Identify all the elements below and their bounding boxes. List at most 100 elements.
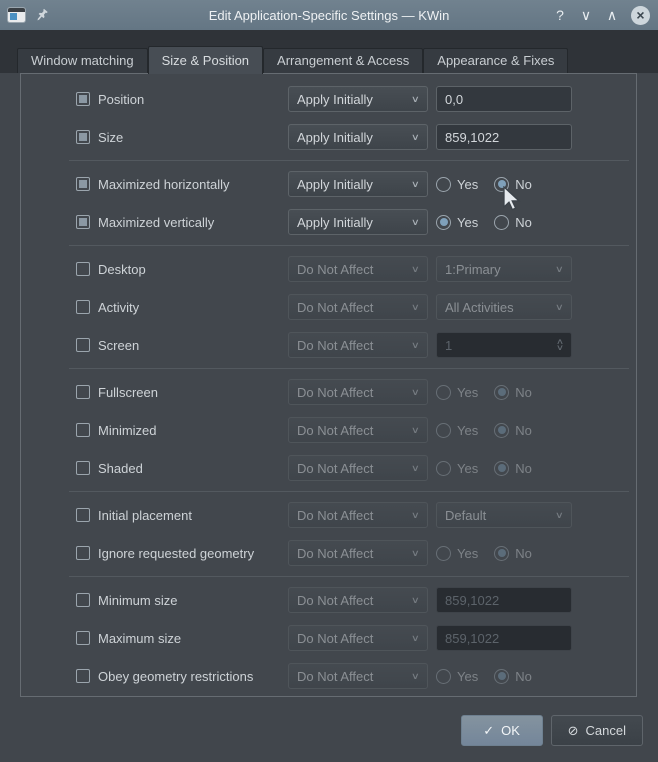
row-checkbox[interactable]: [76, 92, 90, 106]
row-label: Screen: [98, 338, 139, 353]
value-input: 859,1022: [436, 587, 572, 613]
combo-selected-value: Apply Initially: [297, 92, 373, 107]
action-policy-combo: Do Not Affect∨: [288, 455, 428, 481]
row-checkbox[interactable]: [76, 461, 90, 475]
radio-no[interactable]: [494, 215, 509, 230]
radio-option-no: No: [494, 423, 532, 438]
tab-window-matching[interactable]: Window matching: [17, 48, 148, 73]
value-text: 859,1022: [445, 631, 499, 646]
yes-no-radio-group: Yes No: [436, 423, 572, 438]
settings-frame: PositionApply Initially∨0,0SizeApply Ini…: [20, 73, 637, 697]
minimize-button[interactable]: ∨: [575, 4, 597, 26]
combo-selected-value: Do Not Affect: [297, 262, 373, 277]
tab-arrangement-and-access[interactable]: Arrangement & Access: [263, 48, 423, 73]
row-checkbox[interactable]: [76, 508, 90, 522]
row-label-cell: Shaded: [76, 461, 280, 476]
combo-selected-value: Do Not Affect: [297, 385, 373, 400]
radio-selected-dot: [440, 218, 448, 226]
row-checkbox[interactable]: [76, 130, 90, 144]
radio-label: No: [515, 385, 532, 400]
row-label: Obey geometry restrictions: [98, 669, 253, 684]
row-checkbox[interactable]: [76, 423, 90, 437]
help-button[interactable]: ?: [549, 4, 571, 26]
check-icon: ✓: [483, 723, 494, 739]
action-policy-combo[interactable]: Apply Initially∨: [288, 124, 428, 150]
row-checkbox[interactable]: [76, 669, 90, 683]
value-input[interactable]: 859,1022: [436, 124, 572, 150]
radio-option-no: No: [494, 215, 532, 230]
row-label: Initial placement: [98, 508, 192, 523]
radio-label: No: [515, 423, 532, 438]
value-combo: 1:Primary∨: [436, 256, 572, 282]
row-label-cell: Size: [76, 130, 280, 145]
radio-selected-dot: [498, 549, 506, 557]
value-spinbox: 1∧∨: [436, 332, 572, 358]
pin-icon[interactable]: [35, 8, 49, 22]
row-checkbox[interactable]: [76, 300, 90, 314]
titlebar[interactable]: Edit Application-Specific Settings — KWi…: [0, 0, 658, 30]
radio-option-yes: Yes: [436, 669, 478, 684]
combo-selected-value: 1:Primary: [445, 262, 501, 277]
radio-label: No: [515, 177, 532, 192]
radio-label: No: [515, 546, 532, 561]
combo-selected-value: Do Not Affect: [297, 423, 373, 438]
maximize-button[interactable]: ∧: [601, 4, 623, 26]
combo-selected-value: Do Not Affect: [297, 593, 373, 608]
group-separator: [69, 160, 629, 161]
row-label-cell: Fullscreen: [76, 385, 280, 400]
radio-yes[interactable]: [436, 215, 451, 230]
tab-appearance-and-fixes[interactable]: Appearance & Fixes: [423, 48, 568, 73]
yes-no-radio-group: YesNo: [436, 669, 572, 684]
value-input[interactable]: 0,0: [436, 86, 572, 112]
row-label-cell: Activity: [76, 300, 280, 315]
setting-row: Ignore requested geometryDo Not Affect∨Y…: [76, 538, 636, 568]
checkbox-check-mark: [79, 95, 87, 103]
row-label: Position: [98, 92, 144, 107]
action-policy-combo[interactable]: Apply Initially∨: [288, 86, 428, 112]
spinner-down-icon: ∨: [556, 345, 564, 351]
radio-no: [494, 385, 509, 400]
setting-row: Maximized verticallyApply Initially∨YesN…: [76, 207, 636, 237]
radio-yes[interactable]: [436, 177, 451, 192]
cancel-icon: ⊘: [568, 723, 579, 739]
row-checkbox[interactable]: [76, 215, 90, 229]
row-label: Activity: [98, 300, 139, 315]
row-checkbox[interactable]: [76, 177, 90, 191]
row-checkbox[interactable]: [76, 385, 90, 399]
chevron-down-icon: ∨: [411, 633, 420, 644]
setting-row: ShadedDo Not Affect∨YesNo: [76, 453, 636, 483]
radio-option-yes: Yes: [436, 423, 478, 438]
tab-size-and-position[interactable]: Size & Position: [148, 46, 263, 74]
ok-button[interactable]: ✓ OK: [461, 715, 543, 746]
action-policy-combo: Do Not Affect∨: [288, 379, 428, 405]
radio-label: No: [515, 215, 532, 230]
row-checkbox[interactable]: [76, 262, 90, 276]
value-text: 0,0: [445, 92, 463, 107]
combo-selected-value: Do Not Affect: [297, 631, 373, 646]
combo-selected-value: Do Not Affect: [297, 461, 373, 476]
row-label: Desktop: [98, 262, 146, 277]
row-label-cell: Minimized: [76, 423, 280, 438]
close-button[interactable]: ×: [631, 6, 650, 25]
row-checkbox[interactable]: [76, 631, 90, 645]
setting-row: Obey geometry restrictionsDo Not Affect∨…: [76, 661, 636, 691]
action-policy-combo[interactable]: Apply Initially∨: [288, 171, 428, 197]
app-window-icon: [8, 8, 25, 22]
radio-selected-dot: [498, 672, 506, 680]
group-separator: [69, 576, 629, 577]
chevron-down-icon: ∨: [411, 179, 420, 190]
action-policy-combo: Do Not Affect∨: [288, 587, 428, 613]
radio-no: [494, 423, 509, 438]
row-checkbox[interactable]: [76, 546, 90, 560]
row-checkbox[interactable]: [76, 593, 90, 607]
radio-no[interactable]: [494, 177, 509, 192]
combo-selected-value: Do Not Affect: [297, 669, 373, 684]
action-policy-combo[interactable]: Apply Initially∨: [288, 209, 428, 235]
cancel-button[interactable]: ⊘ Cancel: [551, 715, 643, 746]
row-label: Maximized vertically: [98, 215, 214, 230]
radio-no: [494, 461, 509, 476]
radio-selected-dot: [498, 426, 506, 434]
combo-selected-value: Do Not Affect: [297, 300, 373, 315]
row-label-cell: Maximized vertically: [76, 215, 280, 230]
row-checkbox[interactable]: [76, 338, 90, 352]
